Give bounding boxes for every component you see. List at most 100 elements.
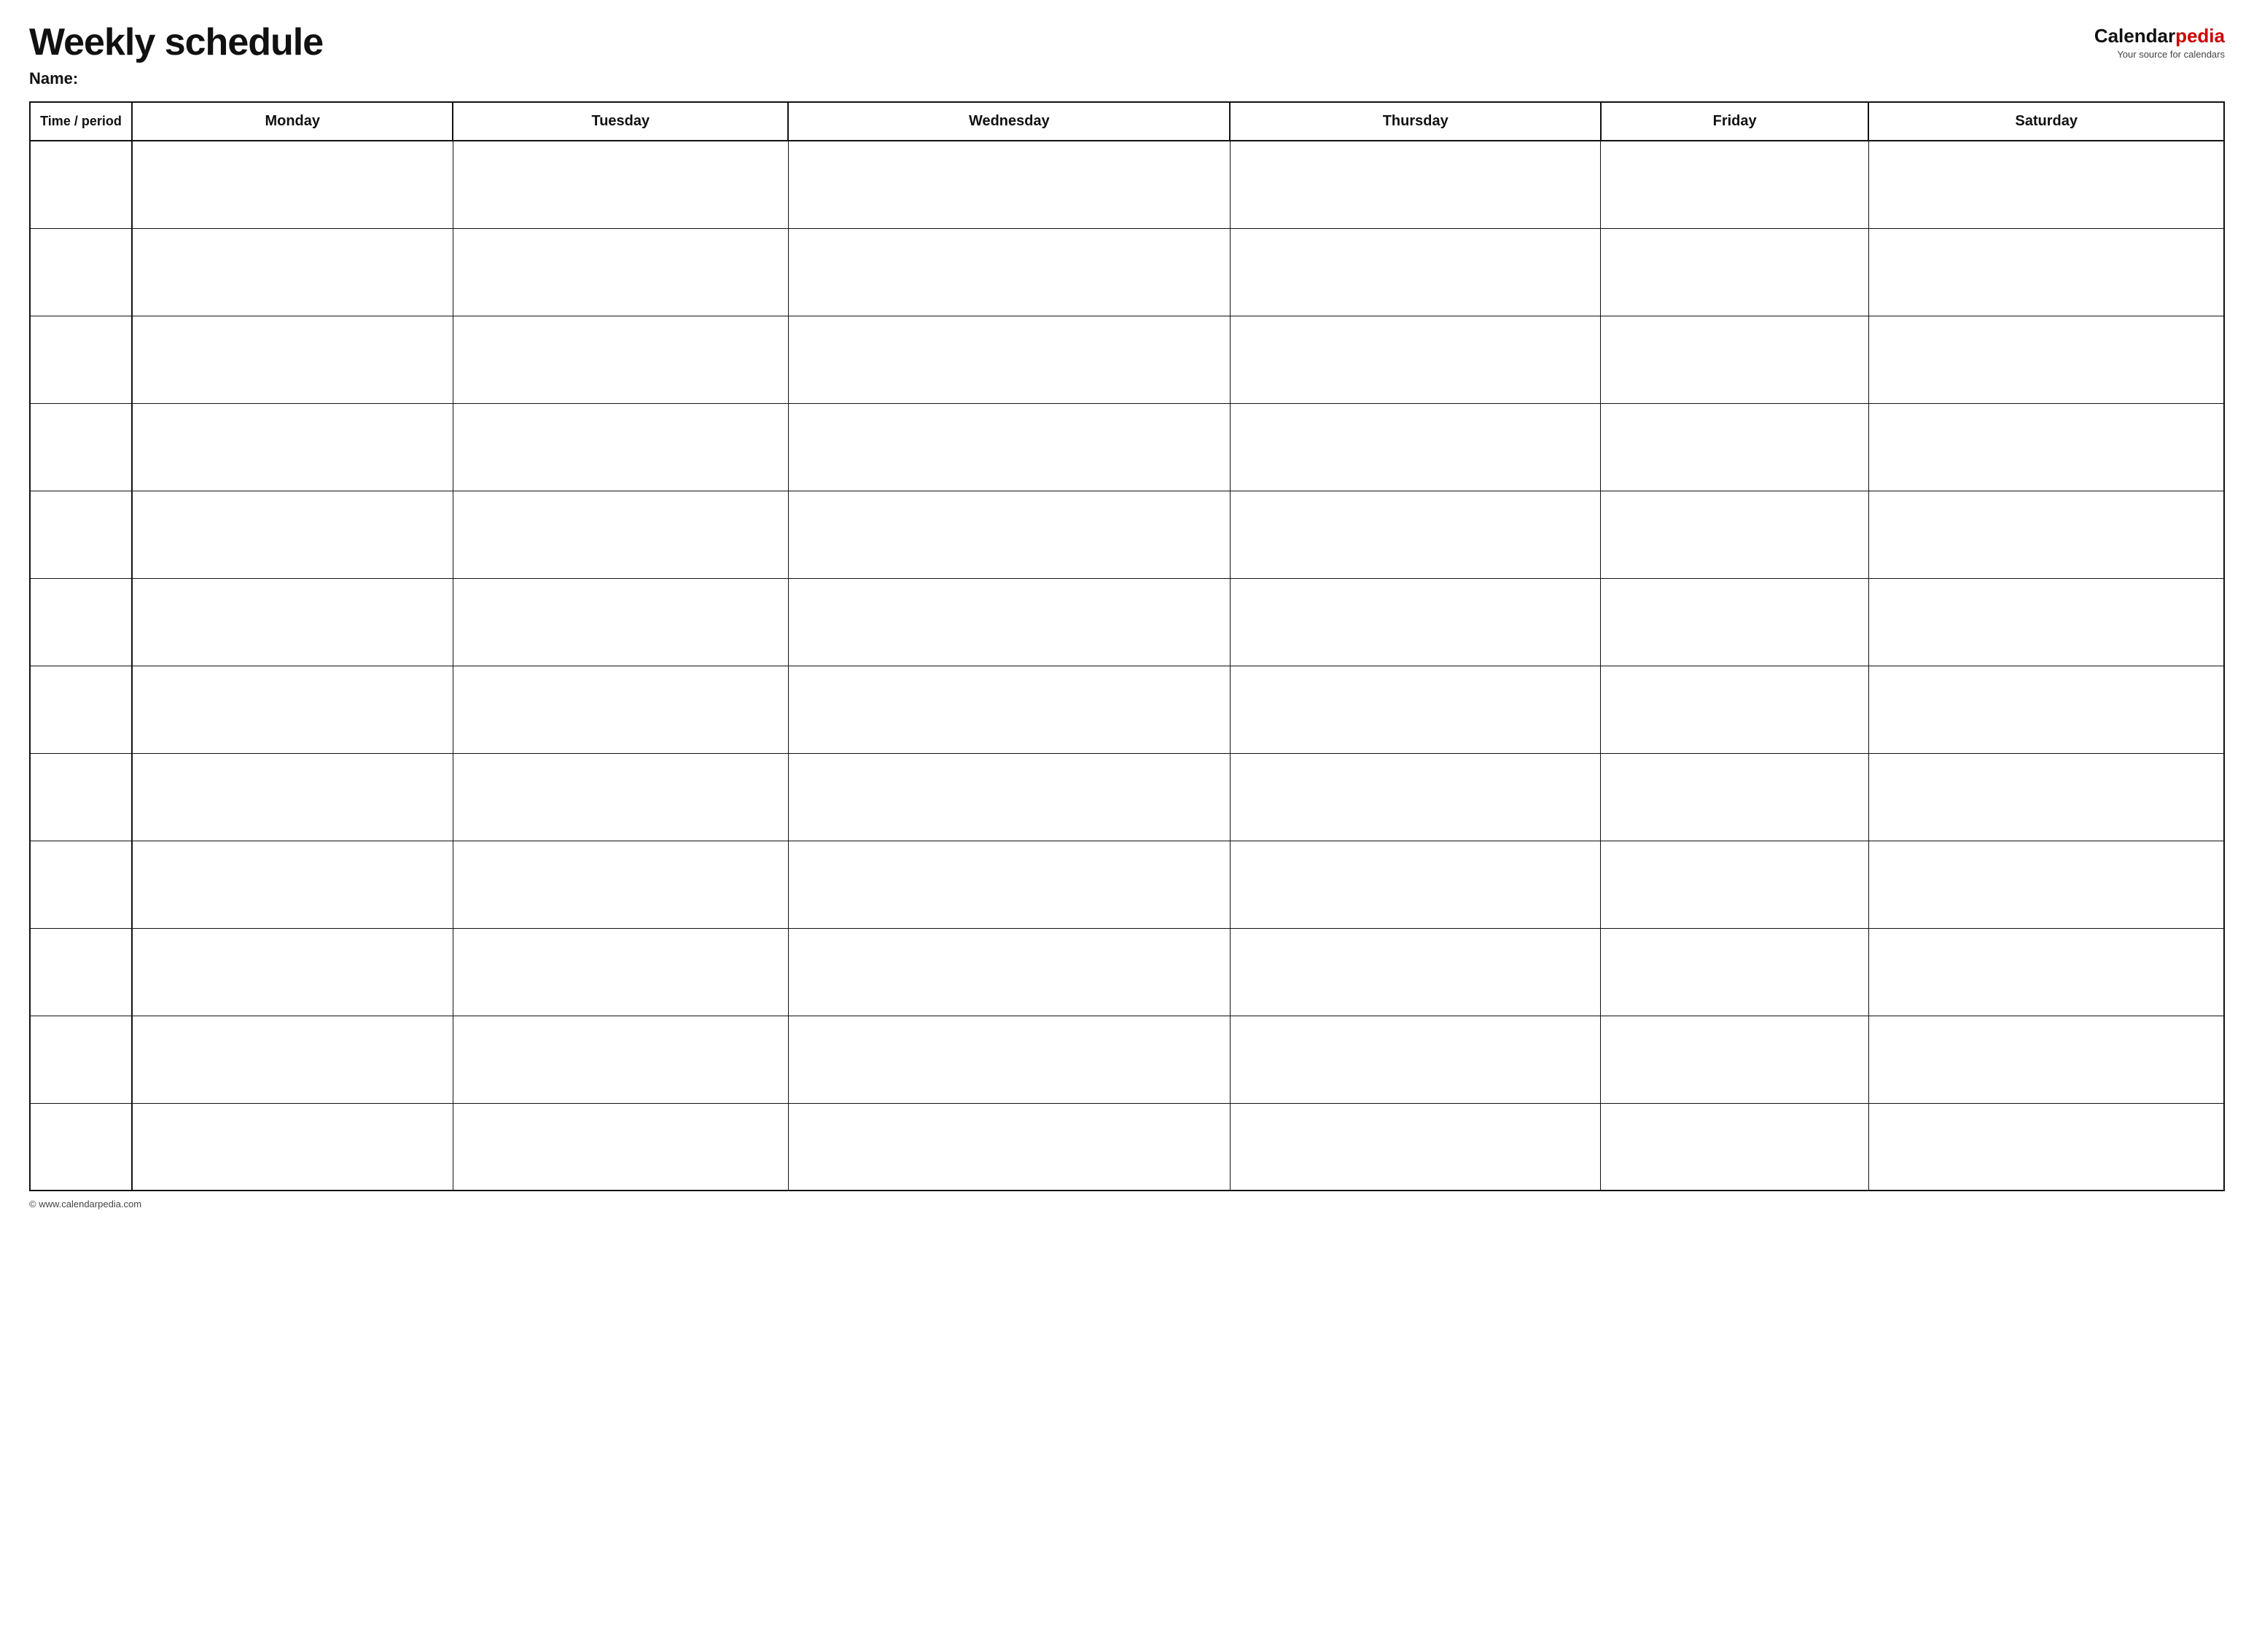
cell-saturday (1868, 1103, 2224, 1191)
table-row (30, 316, 2224, 403)
cell-friday (1601, 1103, 1868, 1191)
table-row (30, 753, 2224, 841)
cell-monday (132, 228, 453, 316)
table-row (30, 578, 2224, 666)
cell-friday (1601, 316, 1868, 403)
cell-monday (132, 141, 453, 228)
time-cell (30, 1016, 132, 1103)
cell-thursday (1230, 141, 1601, 228)
cell-tuesday (453, 491, 788, 578)
cell-tuesday (453, 1103, 788, 1191)
time-cell (30, 753, 132, 841)
cell-tuesday (453, 578, 788, 666)
cell-friday (1601, 928, 1868, 1016)
time-cell (30, 403, 132, 491)
cell-wednesday (788, 141, 1230, 228)
table-header-row: Time / period Monday Tuesday Wednesday T… (30, 102, 2224, 141)
logo-main: Calendar (2094, 25, 2175, 47)
cell-wednesday (788, 228, 1230, 316)
cell-monday (132, 666, 453, 753)
cell-monday (132, 578, 453, 666)
cell-saturday (1868, 841, 2224, 928)
time-cell (30, 491, 132, 578)
cell-saturday (1868, 753, 2224, 841)
cell-tuesday (453, 228, 788, 316)
cell-thursday (1230, 928, 1601, 1016)
cell-friday (1601, 841, 1868, 928)
cell-monday (132, 753, 453, 841)
table-row (30, 666, 2224, 753)
cell-thursday (1230, 1016, 1601, 1103)
cell-monday (132, 1016, 453, 1103)
cell-thursday (1230, 316, 1601, 403)
cell-friday (1601, 1016, 1868, 1103)
cell-wednesday (788, 666, 1230, 753)
time-cell (30, 666, 132, 753)
cell-tuesday (453, 403, 788, 491)
time-cell (30, 1103, 132, 1191)
cell-monday (132, 1103, 453, 1191)
cell-thursday (1230, 228, 1601, 316)
cell-tuesday (453, 841, 788, 928)
cell-wednesday (788, 578, 1230, 666)
logo-accent: pedia (2175, 25, 2225, 47)
cell-wednesday (788, 841, 1230, 928)
time-cell (30, 928, 132, 1016)
title-section: Weekly schedule Name: (29, 22, 323, 88)
cell-wednesday (788, 403, 1230, 491)
cell-monday (132, 403, 453, 491)
table-row (30, 141, 2224, 228)
cell-wednesday (788, 753, 1230, 841)
cell-thursday (1230, 578, 1601, 666)
page-header: Weekly schedule Name: Calendarpedia Your… (29, 22, 2225, 88)
logo-section: Calendarpedia Your source for calendars (2094, 25, 2225, 60)
cell-monday (132, 491, 453, 578)
time-cell (30, 578, 132, 666)
cell-tuesday (453, 666, 788, 753)
cell-monday (132, 841, 453, 928)
table-row (30, 491, 2224, 578)
col-header-saturday: Saturday (1868, 102, 2224, 141)
time-cell (30, 228, 132, 316)
page-title: Weekly schedule (29, 22, 323, 63)
cell-wednesday (788, 316, 1230, 403)
time-cell (30, 841, 132, 928)
cell-saturday (1868, 491, 2224, 578)
time-cell (30, 316, 132, 403)
cell-saturday (1868, 316, 2224, 403)
cell-friday (1601, 753, 1868, 841)
table-row (30, 228, 2224, 316)
cell-saturday (1868, 228, 2224, 316)
cell-monday (132, 928, 453, 1016)
cell-tuesday (453, 1016, 788, 1103)
cell-wednesday (788, 928, 1230, 1016)
logo-subtitle: Your source for calendars (2117, 49, 2225, 60)
cell-wednesday (788, 1016, 1230, 1103)
table-row (30, 841, 2224, 928)
cell-monday (132, 316, 453, 403)
cell-friday (1601, 141, 1868, 228)
name-label: Name: (29, 69, 323, 88)
cell-saturday (1868, 578, 2224, 666)
cell-saturday (1868, 1016, 2224, 1103)
cell-thursday (1230, 1103, 1601, 1191)
table-row (30, 1016, 2224, 1103)
cell-tuesday (453, 316, 788, 403)
col-header-friday: Friday (1601, 102, 1868, 141)
table-row (30, 403, 2224, 491)
cell-saturday (1868, 928, 2224, 1016)
cell-tuesday (453, 753, 788, 841)
cell-wednesday (788, 1103, 1230, 1191)
cell-tuesday (453, 928, 788, 1016)
footer: © www.calendarpedia.com (29, 1199, 2225, 1209)
col-header-thursday: Thursday (1230, 102, 1601, 141)
cell-friday (1601, 491, 1868, 578)
cell-thursday (1230, 666, 1601, 753)
cell-friday (1601, 403, 1868, 491)
cell-thursday (1230, 491, 1601, 578)
col-header-monday: Monday (132, 102, 453, 141)
cell-wednesday (788, 491, 1230, 578)
cell-saturday (1868, 141, 2224, 228)
cell-saturday (1868, 666, 2224, 753)
logo-text: Calendarpedia (2094, 25, 2225, 47)
